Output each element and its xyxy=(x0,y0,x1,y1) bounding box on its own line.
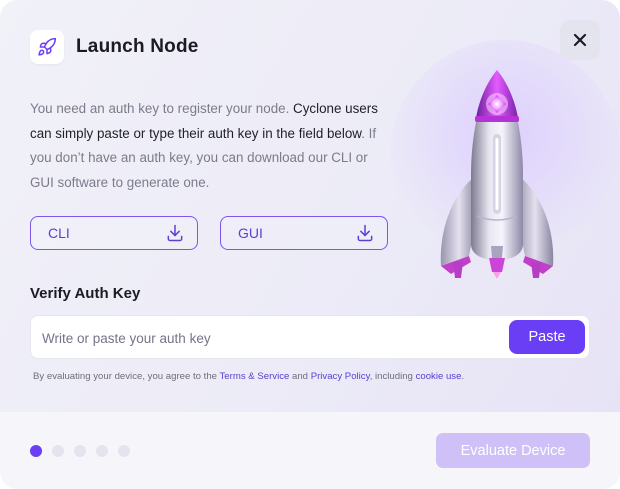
auth-key-field: Paste xyxy=(30,315,590,359)
verify-auth-key-label: Verify Auth Key xyxy=(30,285,141,302)
modal-header: Launch Node xyxy=(30,30,199,64)
download-icon xyxy=(167,224,183,242)
paste-button[interactable]: Paste xyxy=(509,320,585,354)
step-dot-5[interactable] xyxy=(118,445,130,457)
close-button[interactable] xyxy=(560,20,600,60)
modal-footer: Evaluate Device xyxy=(0,412,620,489)
rocket-icon xyxy=(30,30,64,64)
step-dot-4[interactable] xyxy=(96,445,108,457)
legal-including: , including xyxy=(369,371,416,382)
terms-link[interactable]: Terms & Service xyxy=(220,371,290,382)
description-text: You need an auth key to register your no… xyxy=(30,97,392,195)
close-icon xyxy=(573,33,587,47)
step-dot-2[interactable] xyxy=(52,445,64,457)
cookie-use-link[interactable]: cookie use xyxy=(416,371,462,382)
rocket-illustration xyxy=(440,70,554,279)
legal-notice: By evaluating your device, you agree to … xyxy=(33,371,464,382)
step-indicator xyxy=(30,445,130,457)
download-gui-button[interactable]: GUI xyxy=(220,216,388,250)
legal-suffix: . xyxy=(461,371,465,382)
description-part1: You need an auth key to register your no… xyxy=(30,101,294,116)
legal-prefix: By evaluating your device, you agree to … xyxy=(33,371,220,382)
launch-node-modal: Launch Node You need an auth key to regi… xyxy=(0,0,620,489)
legal-and: and xyxy=(289,371,311,382)
download-cli-button[interactable]: CLI xyxy=(30,216,198,250)
step-dot-3[interactable] xyxy=(74,445,86,457)
evaluate-device-button[interactable]: Evaluate Device xyxy=(436,433,590,468)
step-dot-1[interactable] xyxy=(30,445,42,457)
privacy-policy-link[interactable]: Privacy Policy xyxy=(311,371,370,382)
page-title: Launch Node xyxy=(76,36,199,57)
auth-key-input[interactable] xyxy=(40,323,504,353)
download-icon xyxy=(357,224,373,242)
download-cli-label: CLI xyxy=(48,225,70,241)
download-gui-label: GUI xyxy=(238,225,263,241)
